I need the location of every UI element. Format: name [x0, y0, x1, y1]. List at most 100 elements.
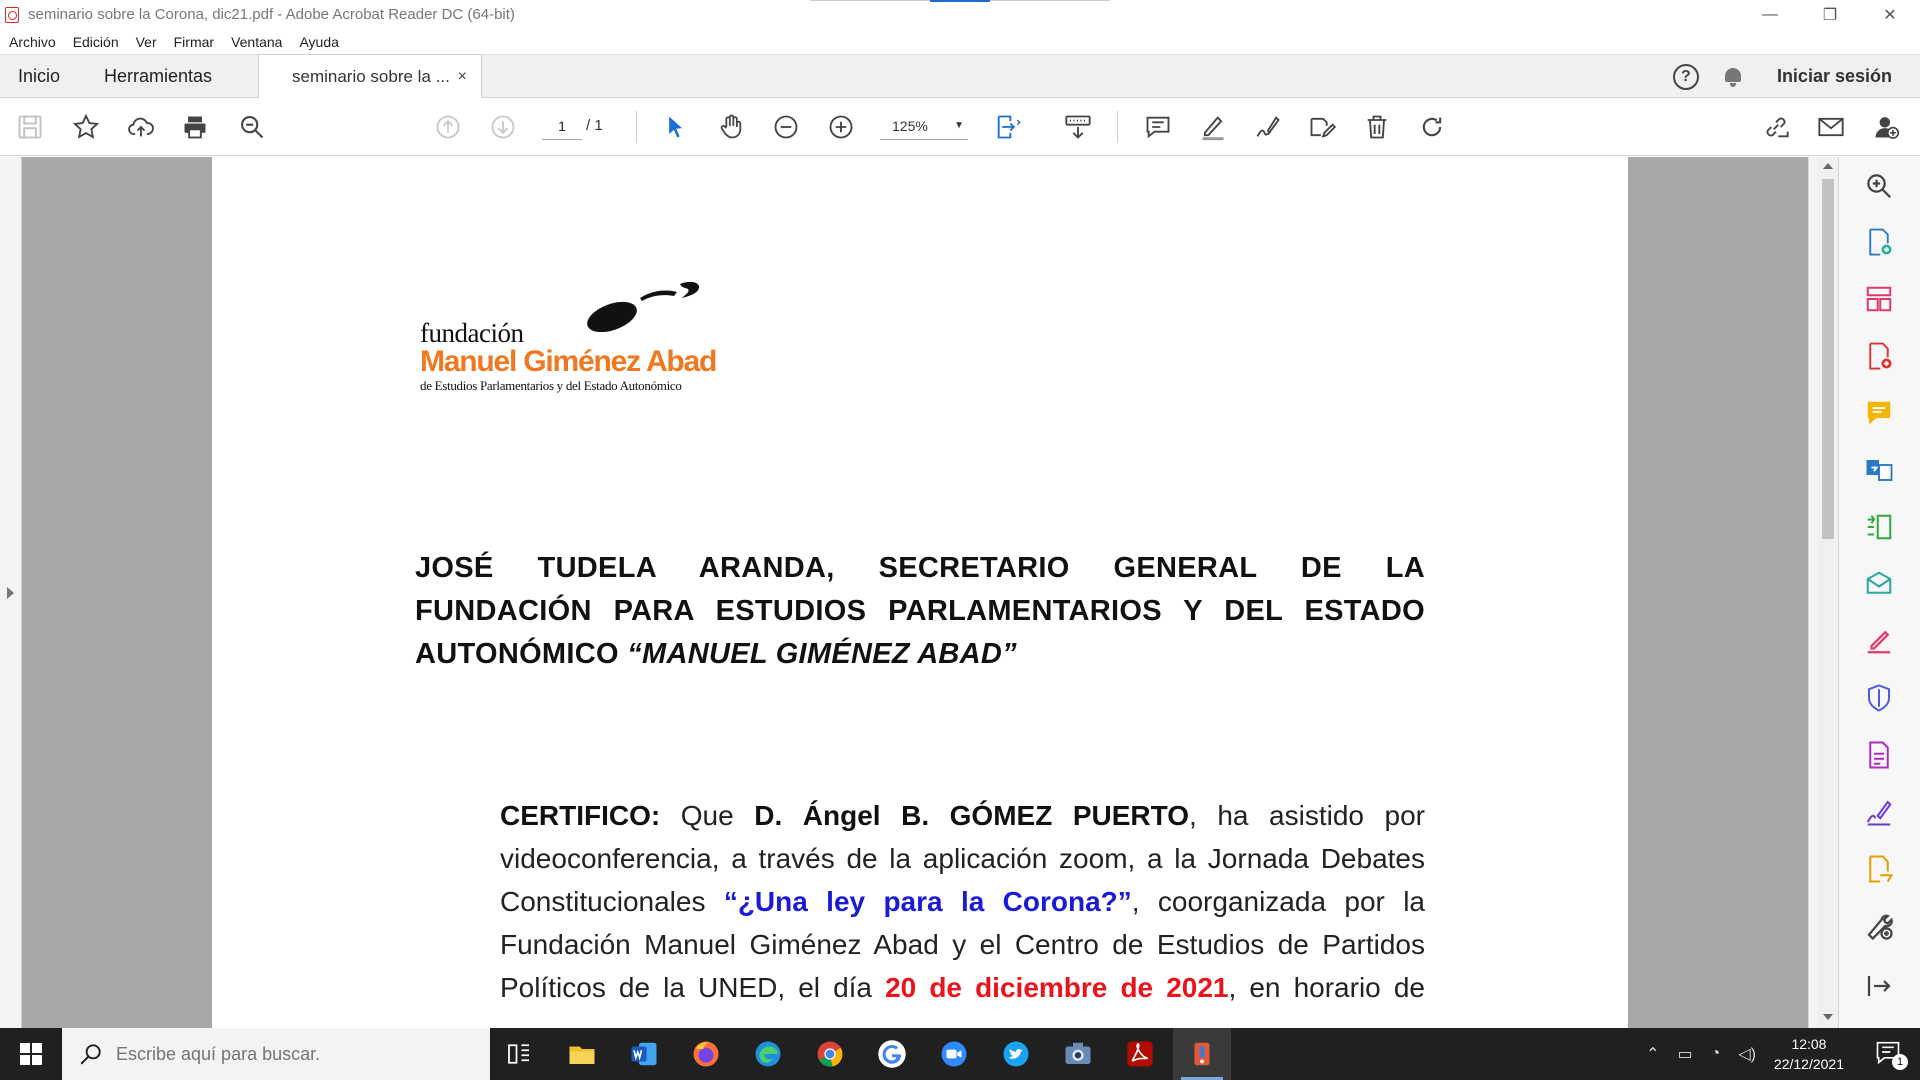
- zoom-magnifier-icon[interactable]: [1862, 169, 1896, 203]
- expand-left-icon: [7, 587, 14, 599]
- word-icon[interactable]: [615, 1028, 673, 1080]
- close-window-button[interactable]: ✕: [1860, 0, 1920, 29]
- menu-ventana[interactable]: Ventana: [231, 34, 282, 50]
- zoom-icon[interactable]: [925, 1028, 983, 1080]
- acrobat-icon[interactable]: [1111, 1028, 1169, 1080]
- menu-ver[interactable]: Ver: [136, 34, 157, 50]
- chrome-icon[interactable]: [801, 1028, 859, 1080]
- google-icon[interactable]: [863, 1028, 921, 1080]
- rotate-icon[interactable]: [1416, 111, 1448, 143]
- left-panel-toggle[interactable]: [0, 157, 22, 1028]
- search-input[interactable]: [116, 1043, 476, 1065]
- next-page-icon[interactable]: [487, 111, 519, 143]
- help-icon[interactable]: ?: [1672, 63, 1699, 90]
- send-review-icon[interactable]: [1862, 567, 1896, 601]
- certificate-body: CERTIFICO: Que D. Ángel B. GÓMEZ PUERTO,…: [500, 794, 1425, 1009]
- add-user-icon[interactable]: [1870, 111, 1902, 143]
- taskbar-search[interactable]: [62, 1028, 490, 1080]
- battery-icon[interactable]: ▭: [1677, 1044, 1692, 1064]
- notification-bell-icon[interactable]: [1723, 66, 1743, 88]
- print-icon[interactable]: [179, 111, 211, 143]
- logo-text-name: Manuel Giménez Abad: [420, 345, 717, 378]
- form-icon[interactable]: [1862, 738, 1896, 772]
- scroll-up-icon[interactable]: [1823, 163, 1833, 169]
- delete-icon[interactable]: [1361, 111, 1393, 143]
- edit-fill-icon[interactable]: [1306, 111, 1338, 143]
- scrollbar-thumb[interactable]: [1822, 179, 1834, 539]
- more-tools-icon[interactable]: [1862, 909, 1896, 943]
- upload-cloud-icon[interactable]: [125, 111, 157, 143]
- share-link-icon[interactable]: [1760, 111, 1792, 143]
- select-cursor-icon[interactable]: [659, 111, 691, 143]
- notification-center-icon[interactable]: 1: [1874, 1038, 1908, 1070]
- taskbar-clock[interactable]: 12:08 22/12/2021: [1774, 1034, 1844, 1074]
- search-zoom-icon[interactable]: [236, 111, 268, 143]
- highlight-pen-icon[interactable]: [1197, 111, 1229, 143]
- menu-ayuda[interactable]: Ayuda: [299, 34, 338, 50]
- bookmark-star-icon[interactable]: [70, 111, 102, 143]
- chevron-down-icon: ▼: [954, 120, 964, 131]
- prev-page-icon[interactable]: [432, 111, 464, 143]
- comment-tool-icon[interactable]: [1862, 396, 1896, 430]
- body-line: CERTIFICO: Que D. Ángel B. GÓMEZ PUERTO,…: [500, 800, 1425, 831]
- save-icon[interactable]: [14, 111, 46, 143]
- collapse-panel-icon[interactable]: [1862, 969, 1896, 1003]
- restore-button[interactable]: ❐: [1800, 0, 1860, 29]
- hand-tool-icon[interactable]: [715, 111, 747, 143]
- tools-sidebar: [1838, 157, 1920, 1028]
- windows-taskbar: ⌃ ▭ ◔ ◁) 12:08 22/12/2021 1: [0, 1028, 1920, 1080]
- sign-icon[interactable]: [1252, 111, 1284, 143]
- tab-document[interactable]: seminario sobre la ... ×: [258, 54, 482, 99]
- firefox-icon[interactable]: [677, 1028, 735, 1080]
- fill-sign-icon[interactable]: [1862, 624, 1896, 658]
- fit-page-icon[interactable]: [992, 111, 1024, 143]
- twitter-icon[interactable]: [987, 1028, 1045, 1080]
- camera-icon[interactable]: [1049, 1028, 1107, 1080]
- zoom-in-icon[interactable]: [825, 111, 857, 143]
- clock-time: 12:08: [1791, 1036, 1827, 1052]
- search-icon: [80, 1044, 101, 1065]
- menu-archivo[interactable]: Archivo: [9, 34, 56, 50]
- menu-edicion[interactable]: Edición: [73, 34, 119, 50]
- request-signature-icon[interactable]: [1862, 795, 1896, 829]
- menu-firmar[interactable]: Firmar: [174, 34, 214, 50]
- signin-button[interactable]: Iniciar sesión: [1777, 66, 1892, 87]
- zoom-out-icon[interactable]: [770, 111, 802, 143]
- file-explorer-icon[interactable]: [553, 1028, 611, 1080]
- body-line: Políticos de la UNED, el día 20 de dicie…: [500, 972, 1425, 1003]
- body-line: videoconferencia, a través de la aplicac…: [500, 843, 1425, 874]
- document-viewport[interactable]: fundación Manuel Giménez Abad de Estudio…: [0, 157, 1838, 1028]
- menu-bar: Archivo Edición Ver Firmar Ventana Ayuda: [0, 29, 1920, 54]
- volume-icon[interactable]: ◁): [1738, 1044, 1756, 1064]
- minimize-button[interactable]: —: [1740, 0, 1800, 29]
- system-tray: ⌃ ▭ ◔ ◁) 12:08 22/12/2021 1: [1646, 1028, 1920, 1080]
- tab-herramientas[interactable]: Herramientas: [104, 55, 212, 98]
- edge-icon[interactable]: [739, 1028, 797, 1080]
- windows-start-icon[interactable]: [0, 1028, 62, 1080]
- compress-pdf-icon[interactable]: [1862, 510, 1896, 544]
- send-track-icon[interactable]: [1862, 852, 1896, 886]
- tab-close-icon[interactable]: ×: [458, 68, 467, 86]
- heading-line: FUNDACIÓN PARA ESTUDIOS PARLAMENTARIOS Y…: [415, 595, 1425, 627]
- window-title: seminario sobre la Corona, dic21.pdf - A…: [28, 6, 515, 23]
- pdf-page: fundación Manuel Giménez Abad de Estudio…: [212, 157, 1628, 1028]
- app-active-icon[interactable]: [1173, 1028, 1231, 1080]
- protect-icon[interactable]: [1862, 681, 1896, 715]
- email-icon[interactable]: [1815, 111, 1847, 143]
- create-pdf-icon[interactable]: [1862, 339, 1896, 373]
- organize-pages-icon[interactable]: [1862, 282, 1896, 316]
- wifi-icon[interactable]: ◔: [1711, 1045, 1721, 1063]
- scroll-mode-icon[interactable]: [1062, 111, 1094, 143]
- export-pdf-icon[interactable]: [1862, 225, 1896, 259]
- logo-swoosh-icon: [587, 281, 700, 332]
- page-number-input[interactable]: [542, 112, 582, 140]
- vertical-scrollbar[interactable]: [1818, 157, 1838, 1028]
- combine-files-icon[interactable]: [1862, 453, 1896, 487]
- chevron-up-icon[interactable]: ⌃: [1646, 1044, 1659, 1064]
- zoom-level-select[interactable]: 125% ▼: [880, 112, 968, 140]
- task-view-icon[interactable]: [490, 1028, 548, 1080]
- scroll-down-icon[interactable]: [1823, 1014, 1833, 1020]
- tab-inicio[interactable]: Inicio: [18, 55, 60, 98]
- comment-icon[interactable]: [1142, 111, 1174, 143]
- page-total: / 1: [586, 117, 603, 134]
